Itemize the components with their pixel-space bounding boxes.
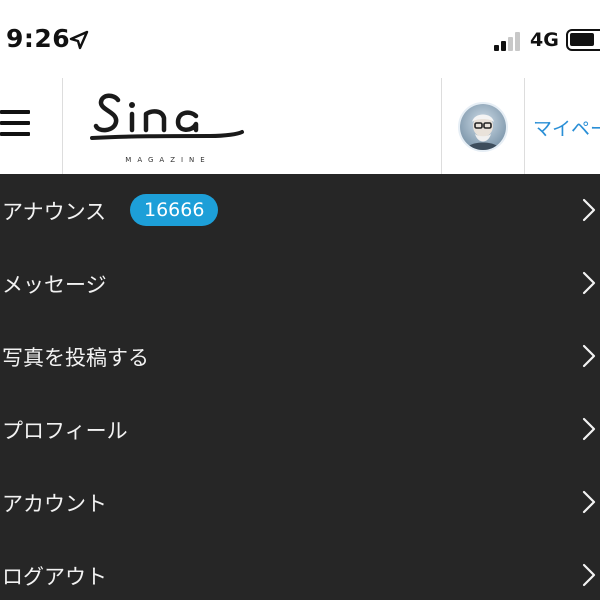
battery-icon [566,29,600,51]
hamburger-menu-icon[interactable] [0,109,30,139]
location-arrow-icon [69,30,89,50]
chevron-right-icon [582,271,596,295]
cellular-signal-icon [494,31,524,51]
menu-item-account[interactable]: アカウント [0,466,600,539]
menu-item-label: メッセージ [2,273,107,297]
menu-item-post-photo[interactable]: 写真を投稿する [0,320,600,393]
menu-item-label: 写真を投稿する [2,346,149,370]
user-avatar[interactable] [458,102,508,152]
avatar-image [460,104,506,150]
menu-item-label: ログアウト [2,565,107,589]
chevron-right-icon [582,198,596,222]
logo-subtitle: MAGAZINE [125,156,211,164]
chevron-right-icon [582,563,596,587]
mypage-link[interactable]: マイペー [533,114,600,141]
site-logo[interactable]: MAGAZINE [88,86,248,170]
chevron-right-icon [582,490,596,514]
side-menu: アナウンス 16666 メッセージ 写真を投稿する プロフィール アカウント ロ… [0,174,600,600]
app-header: MAGAZINE マイペー [0,78,600,174]
menu-item-logout[interactable]: ログアウト [0,539,600,600]
logo-wordmark [90,93,244,140]
network-type: 4G [530,29,559,51]
menu-item-label: プロフィール [2,419,128,443]
menu-item-label: アナウンス [2,200,107,224]
menu-item-announcements[interactable]: アナウンス 16666 [0,174,600,247]
menu-item-label: アカウント [2,492,107,516]
header-divider [441,78,442,174]
menu-item-messages[interactable]: メッセージ [0,247,600,320]
header-divider [524,78,525,174]
menu-item-profile[interactable]: プロフィール [0,393,600,466]
chevron-right-icon [582,417,596,441]
announcement-count-badge: 16666 [130,194,219,226]
status-time: 9:26 [6,24,71,53]
status-bar: 9:26 4G [0,0,600,78]
header-divider [62,78,63,174]
chevron-right-icon [582,344,596,368]
